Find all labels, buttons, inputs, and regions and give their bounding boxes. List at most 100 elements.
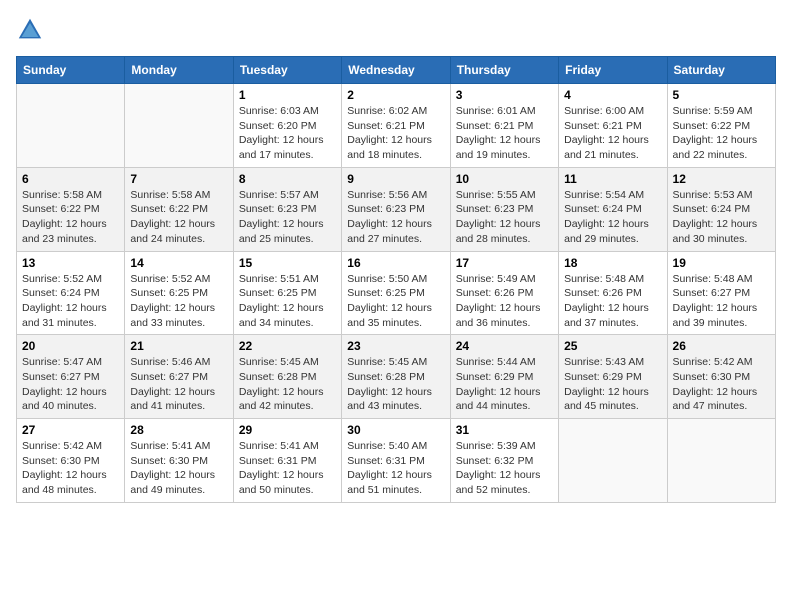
day-number: 27 bbox=[22, 423, 119, 437]
day-number: 7 bbox=[130, 172, 227, 186]
day-info: Sunrise: 5:39 AMSunset: 6:32 PMDaylight:… bbox=[456, 439, 553, 498]
day-number: 5 bbox=[673, 88, 770, 102]
day-info: Sunrise: 6:00 AMSunset: 6:21 PMDaylight:… bbox=[564, 104, 661, 163]
table-row: 19Sunrise: 5:48 AMSunset: 6:27 PMDayligh… bbox=[667, 251, 775, 335]
day-number: 18 bbox=[564, 256, 661, 270]
day-info: Sunrise: 5:53 AMSunset: 6:24 PMDaylight:… bbox=[673, 188, 770, 247]
table-row: 9 Sunrise: 5:56 AMSunset: 6:23 PMDaylight… bbox=[342, 167, 450, 251]
header-cell-sunday: Sunday bbox=[17, 57, 125, 84]
day-number: 17 bbox=[456, 256, 553, 270]
table-row: 11Sunrise: 5:54 AMSunset: 6:24 PMDayligh… bbox=[559, 167, 667, 251]
day-info: Sunrise: 5:56 AMSunset: 6:23 PMDaylight:… bbox=[347, 188, 444, 247]
day-info: Sunrise: 5:54 AMSunset: 6:24 PMDaylight:… bbox=[564, 188, 661, 247]
day-number: 16 bbox=[347, 256, 444, 270]
day-info: Sunrise: 5:49 AMSunset: 6:26 PMDaylight:… bbox=[456, 272, 553, 331]
day-number: 4 bbox=[564, 88, 661, 102]
day-number: 29 bbox=[239, 423, 336, 437]
day-number: 3 bbox=[456, 88, 553, 102]
day-info: Sunrise: 5:47 AMSunset: 6:27 PMDaylight:… bbox=[22, 355, 119, 414]
table-row: 25Sunrise: 5:43 AMSunset: 6:29 PMDayligh… bbox=[559, 335, 667, 419]
table-row: 30 Sunrise: 5:40 AMSunset: 6:31 PMDayligh… bbox=[342, 419, 450, 503]
day-info: Sunrise: 5:52 AMSunset: 6:25 PMDaylight:… bbox=[130, 272, 227, 331]
day-info: Sunrise: 6:01 AMSunset: 6:21 PMDaylight:… bbox=[456, 104, 553, 163]
day-number: 2 bbox=[347, 88, 444, 102]
table-row: 6 Sunrise: 5:58 AMSunset: 6:22 PMDaylight… bbox=[17, 167, 125, 251]
day-number: 28 bbox=[130, 423, 227, 437]
table-row bbox=[125, 84, 233, 168]
logo bbox=[16, 16, 48, 44]
day-info: Sunrise: 6:03 AMSunset: 6:20 PMDaylight:… bbox=[239, 104, 336, 163]
table-row bbox=[559, 419, 667, 503]
table-row: 10 Sunrise: 5:55 AMSunset: 6:23 PMDayligh… bbox=[450, 167, 558, 251]
table-row: 2 Sunrise: 6:02 AMSunset: 6:21 PMDaylight… bbox=[342, 84, 450, 168]
header-cell-wednesday: Wednesday bbox=[342, 57, 450, 84]
day-info: Sunrise: 5:55 AMSunset: 6:23 PMDaylight:… bbox=[456, 188, 553, 247]
header-cell-tuesday: Tuesday bbox=[233, 57, 341, 84]
table-row: 27 Sunrise: 5:42 AMSunset: 6:30 PMDayligh… bbox=[17, 419, 125, 503]
table-row: 28 Sunrise: 5:41 AMSunset: 6:30 PMDayligh… bbox=[125, 419, 233, 503]
table-row: 29 Sunrise: 5:41 AMSunset: 6:31 PMDayligh… bbox=[233, 419, 341, 503]
table-row: 16Sunrise: 5:50 AMSunset: 6:25 PMDayligh… bbox=[342, 251, 450, 335]
table-row: 14 Sunrise: 5:52 AMSunset: 6:25 PMDayligh… bbox=[125, 251, 233, 335]
table-row: 12 Sunrise: 5:53 AMSunset: 6:24 PMDayligh… bbox=[667, 167, 775, 251]
day-info: Sunrise: 5:58 AMSunset: 6:22 PMDaylight:… bbox=[130, 188, 227, 247]
day-number: 1 bbox=[239, 88, 336, 102]
day-info: Sunrise: 5:59 AMSunset: 6:22 PMDaylight:… bbox=[673, 104, 770, 163]
day-number: 26 bbox=[673, 339, 770, 353]
table-row: 13Sunrise: 5:52 AMSunset: 6:24 PMDayligh… bbox=[17, 251, 125, 335]
day-info: Sunrise: 5:57 AMSunset: 6:23 PMDaylight:… bbox=[239, 188, 336, 247]
day-info: Sunrise: 6:02 AMSunset: 6:21 PMDaylight:… bbox=[347, 104, 444, 163]
day-info: Sunrise: 5:46 AMSunset: 6:27 PMDaylight:… bbox=[130, 355, 227, 414]
header-row: SundayMondayTuesdayWednesdayThursdayFrid… bbox=[17, 57, 776, 84]
table-row: 26 Sunrise: 5:42 AMSunset: 6:30 PMDayligh… bbox=[667, 335, 775, 419]
day-number: 14 bbox=[130, 256, 227, 270]
day-info: Sunrise: 5:41 AMSunset: 6:31 PMDaylight:… bbox=[239, 439, 336, 498]
calendar-header: SundayMondayTuesdayWednesdayThursdayFrid… bbox=[17, 57, 776, 84]
day-number: 12 bbox=[673, 172, 770, 186]
table-row: 22Sunrise: 5:45 AMSunset: 6:28 PMDayligh… bbox=[233, 335, 341, 419]
day-info: Sunrise: 5:51 AMSunset: 6:25 PMDaylight:… bbox=[239, 272, 336, 331]
day-number: 6 bbox=[22, 172, 119, 186]
table-row: 20 Sunrise: 5:47 AMSunset: 6:27 PMDayligh… bbox=[17, 335, 125, 419]
week-row: 13Sunrise: 5:52 AMSunset: 6:24 PMDayligh… bbox=[17, 251, 776, 335]
header-cell-monday: Monday bbox=[125, 57, 233, 84]
table-row: 3 Sunrise: 6:01 AMSunset: 6:21 PMDaylight… bbox=[450, 84, 558, 168]
header-cell-thursday: Thursday bbox=[450, 57, 558, 84]
day-number: 10 bbox=[456, 172, 553, 186]
table-row bbox=[667, 419, 775, 503]
week-row: 27 Sunrise: 5:42 AMSunset: 6:30 PMDayligh… bbox=[17, 419, 776, 503]
day-number: 31 bbox=[456, 423, 553, 437]
table-row: 4 Sunrise: 6:00 AMSunset: 6:21 PMDaylight… bbox=[559, 84, 667, 168]
day-number: 30 bbox=[347, 423, 444, 437]
table-row: 21 Sunrise: 5:46 AMSunset: 6:27 PMDayligh… bbox=[125, 335, 233, 419]
day-info: Sunrise: 5:41 AMSunset: 6:30 PMDaylight:… bbox=[130, 439, 227, 498]
week-row: 1 Sunrise: 6:03 AMSunset: 6:20 PMDaylight… bbox=[17, 84, 776, 168]
table-row: 8Sunrise: 5:57 AMSunset: 6:23 PMDaylight… bbox=[233, 167, 341, 251]
day-number: 21 bbox=[130, 339, 227, 353]
header-cell-saturday: Saturday bbox=[667, 57, 775, 84]
day-number: 9 bbox=[347, 172, 444, 186]
table-row: 1 Sunrise: 6:03 AMSunset: 6:20 PMDaylight… bbox=[233, 84, 341, 168]
day-number: 23 bbox=[347, 339, 444, 353]
day-info: Sunrise: 5:42 AMSunset: 6:30 PMDaylight:… bbox=[22, 439, 119, 498]
day-number: 25 bbox=[564, 339, 661, 353]
day-info: Sunrise: 5:45 AMSunset: 6:28 PMDaylight:… bbox=[347, 355, 444, 414]
day-info: Sunrise: 5:44 AMSunset: 6:29 PMDaylight:… bbox=[456, 355, 553, 414]
calendar-body: 1 Sunrise: 6:03 AMSunset: 6:20 PMDaylight… bbox=[17, 84, 776, 503]
day-info: Sunrise: 5:42 AMSunset: 6:30 PMDaylight:… bbox=[673, 355, 770, 414]
table-row: 17 Sunrise: 5:49 AMSunset: 6:26 PMDayligh… bbox=[450, 251, 558, 335]
day-number: 13 bbox=[22, 256, 119, 270]
day-info: Sunrise: 5:40 AMSunset: 6:31 PMDaylight:… bbox=[347, 439, 444, 498]
logo-icon bbox=[16, 16, 44, 44]
week-row: 20 Sunrise: 5:47 AMSunset: 6:27 PMDayligh… bbox=[17, 335, 776, 419]
page-header bbox=[16, 16, 776, 44]
day-number: 20 bbox=[22, 339, 119, 353]
day-info: Sunrise: 5:48 AMSunset: 6:26 PMDaylight:… bbox=[564, 272, 661, 331]
table-row: 23 Sunrise: 5:45 AMSunset: 6:28 PMDayligh… bbox=[342, 335, 450, 419]
day-number: 19 bbox=[673, 256, 770, 270]
calendar-table: SundayMondayTuesdayWednesdayThursdayFrid… bbox=[16, 56, 776, 503]
table-row: 18 Sunrise: 5:48 AMSunset: 6:26 PMDayligh… bbox=[559, 251, 667, 335]
week-row: 6 Sunrise: 5:58 AMSunset: 6:22 PMDaylight… bbox=[17, 167, 776, 251]
table-row: 7 Sunrise: 5:58 AMSunset: 6:22 PMDaylight… bbox=[125, 167, 233, 251]
day-info: Sunrise: 5:58 AMSunset: 6:22 PMDaylight:… bbox=[22, 188, 119, 247]
